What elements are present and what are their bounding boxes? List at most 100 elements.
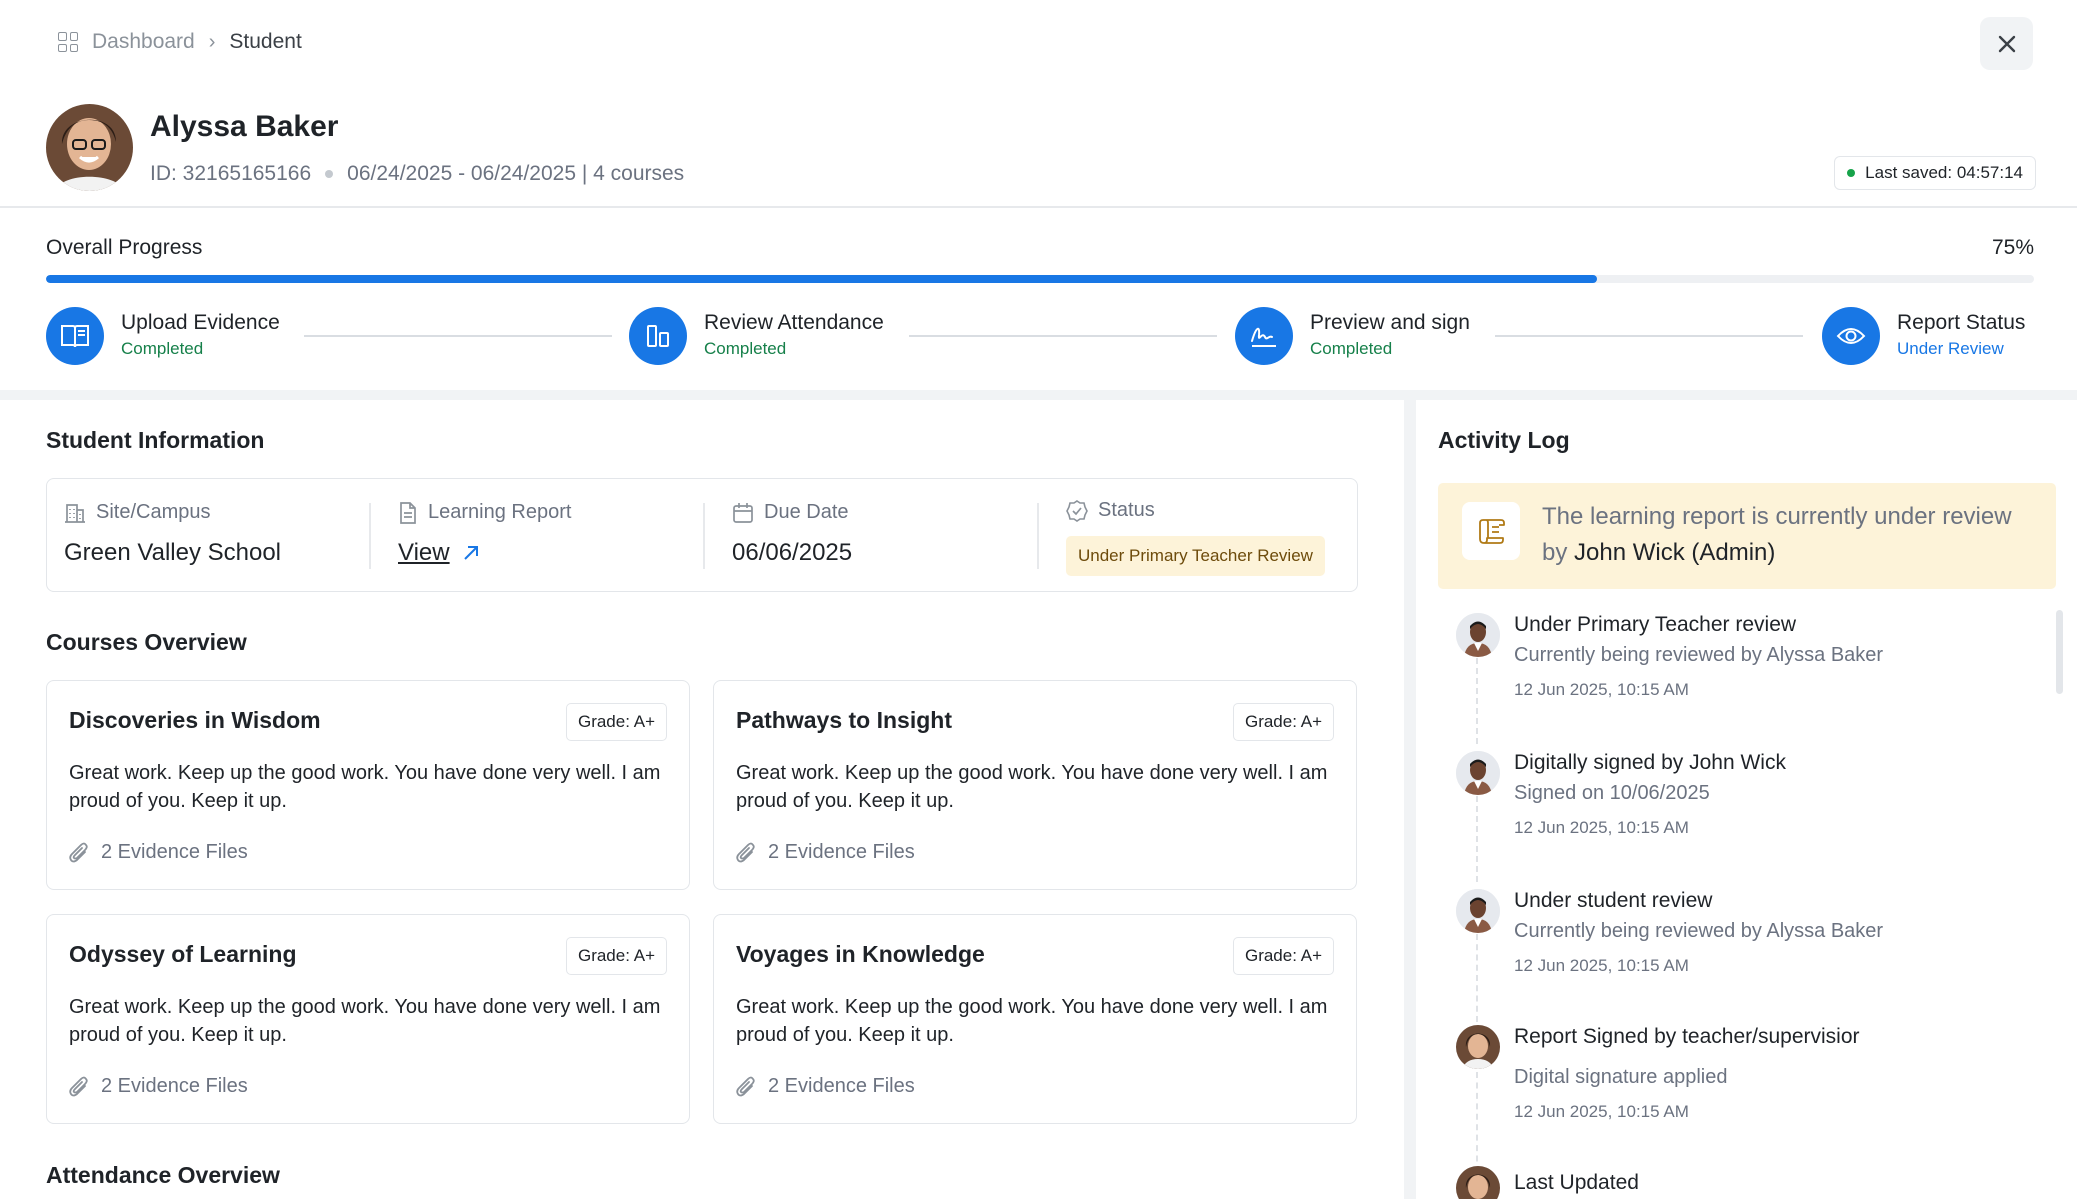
log-timestamp: 12 Jun 2025, 10:15 AM [1514, 680, 1689, 699]
grade-badge: Grade: A+ [565, 703, 667, 741]
student-name: Alyssa Baker [150, 110, 339, 143]
report-label-text: Learning Report [428, 501, 572, 523]
step-connector [909, 335, 1217, 337]
due-date-value: 06/06/2025 [732, 539, 853, 566]
saved-status-dot [1847, 169, 1856, 177]
step-connector [1495, 335, 1803, 337]
site-value: Green Valley School [64, 539, 282, 566]
course-card[interactable]: Odyssey of Learning Grade: A+ Great work… [46, 914, 690, 1124]
timeline-connector [1476, 934, 1478, 1022]
paperclip-icon [736, 1076, 755, 1096]
section-separator [0, 390, 2077, 400]
log-description: Currently being reviewed by Alyssa Baker [1514, 920, 1884, 942]
log-description: Signed on 10/06/2025 [1514, 782, 1710, 804]
breadcrumb-dashboard-link[interactable]: Dashboard [92, 30, 195, 54]
course-title: Odyssey of Learning [69, 941, 297, 967]
student-dates-courses: 06/24/2025 - 06/24/2025 | 4 courses [347, 162, 685, 185]
step-status: Under Review [1897, 339, 2004, 358]
course-card[interactable]: Discoveries in Wisdom Grade: A+ Great wo… [46, 680, 690, 890]
site-campus-field: Site/Campus Green Valley School [64, 479, 364, 593]
status-field: Status Under Primary Teacher Review [1066, 479, 1356, 593]
log-description: Currently being reviewed by Alyssa Baker [1514, 644, 1884, 666]
progress-steps: Upload Evidence Completed Review Attenda… [46, 307, 2034, 367]
step-status: Completed [704, 339, 787, 358]
timeline-connector [1476, 658, 1478, 744]
avatar [1456, 1166, 1500, 1199]
site-label-text: Site/Campus [96, 501, 211, 523]
status-label: Status [1066, 499, 1155, 522]
grade-badge: Grade: A+ [565, 937, 667, 975]
evidence-count: 2 Evidence Files [768, 1075, 915, 1097]
evidence-files-link[interactable]: 2 Evidence Files [69, 841, 248, 864]
evidence-files-link[interactable]: 2 Evidence Files [69, 1075, 248, 1098]
step-upload-evidence[interactable]: Upload Evidence Completed [46, 307, 280, 365]
document-icon [400, 501, 416, 524]
grade-badge: Grade: A+ [1232, 703, 1334, 741]
student-avatar [46, 104, 133, 191]
status-label-text: Status [1098, 499, 1155, 521]
due-date-field: Due Date 06/06/2025 [732, 479, 1032, 593]
book-icon [61, 325, 89, 348]
notice-reviewer: John Wick (Admin) [1574, 539, 1776, 566]
top-bar: Dashboard › Student [0, 0, 2077, 88]
log-description: Digital signature applied [1514, 1066, 1728, 1088]
evidence-count: 2 Evidence Files [768, 841, 915, 863]
step-connector [304, 335, 612, 337]
evidence-files-link[interactable]: 2 Evidence Files [736, 841, 915, 864]
course-title: Discoveries in Wisdom [69, 707, 321, 733]
attendance-overview-title: Attendance Overview [46, 1162, 280, 1188]
step-icon-circle [629, 307, 687, 365]
step-icon-circle [46, 307, 104, 365]
evidence-count: 2 Evidence Files [101, 841, 248, 863]
dashboard-grid-icon[interactable] [58, 32, 78, 52]
step-icon-circle [1822, 307, 1880, 365]
last-saved-badge: Last saved: 04:57:14 [1834, 156, 2036, 190]
avatar [1456, 751, 1500, 795]
student-meta: ID: 32165165166 06/24/2025 - 06/24/2025 … [150, 162, 684, 186]
evidence-count: 2 Evidence Files [101, 1075, 248, 1097]
info-divider [703, 503, 705, 569]
info-divider [1037, 503, 1039, 569]
view-report-link[interactable]: View [398, 539, 480, 567]
badge-check-icon [1066, 499, 1088, 522]
scroll-icon-box [1462, 502, 1520, 560]
header-divider [0, 206, 2077, 208]
report-label: Learning Report [398, 501, 571, 524]
course-comment: Great work. Keep up the good work. You h… [736, 996, 1328, 1046]
activity-scrollbar[interactable] [2056, 610, 2063, 694]
activity-log-title: Activity Log [1438, 427, 1570, 453]
step-status: Completed [1310, 339, 1393, 358]
step-status: Completed [121, 339, 204, 358]
step-label: Review Attendance [704, 311, 884, 334]
log-title: Last Updated [1514, 1171, 1639, 1194]
paperclip-icon [69, 1076, 88, 1096]
course-card[interactable]: Voyages in Knowledge Grade: A+ Great wor… [713, 914, 1357, 1124]
course-comment: Great work. Keep up the good work. You h… [69, 762, 661, 812]
log-title: Under Primary Teacher review [1514, 613, 1797, 636]
step-review-attendance[interactable]: Review Attendance Completed [629, 307, 884, 365]
step-preview-sign[interactable]: Preview and sign Completed [1235, 307, 1470, 365]
step-report-status[interactable]: Report Status Under Review [1822, 307, 2025, 365]
column-separator [1404, 400, 1416, 1199]
notice-text: The learning report is currently under r… [1542, 499, 2042, 571]
timeline-connector [1476, 796, 1478, 882]
evidence-files-link[interactable]: 2 Evidence Files [736, 1075, 915, 1098]
breadcrumb: Dashboard › Student [58, 30, 302, 54]
step-label: Preview and sign [1310, 311, 1470, 334]
log-title: Digitally signed by John Wick [1514, 751, 1786, 774]
paperclip-icon [69, 842, 88, 862]
progress-title: Overall Progress [46, 236, 203, 259]
course-title: Pathways to Insight [736, 707, 952, 733]
close-button[interactable] [1980, 17, 2033, 70]
grade-badge: Grade: A+ [1232, 937, 1334, 975]
progress-percent: 75% [1991, 236, 2034, 259]
avatar [1456, 1025, 1500, 1069]
external-link-icon [463, 546, 478, 560]
breadcrumb-current: Student [229, 30, 302, 53]
course-title: Voyages in Knowledge [736, 941, 985, 967]
course-card[interactable]: Pathways to Insight Grade: A+ Great work… [713, 680, 1357, 890]
step-label: Upload Evidence [121, 311, 280, 334]
courses-overview-title: Courses Overview [46, 629, 247, 655]
calendar-icon [733, 502, 753, 523]
timeline-connector [1476, 1072, 1478, 1172]
